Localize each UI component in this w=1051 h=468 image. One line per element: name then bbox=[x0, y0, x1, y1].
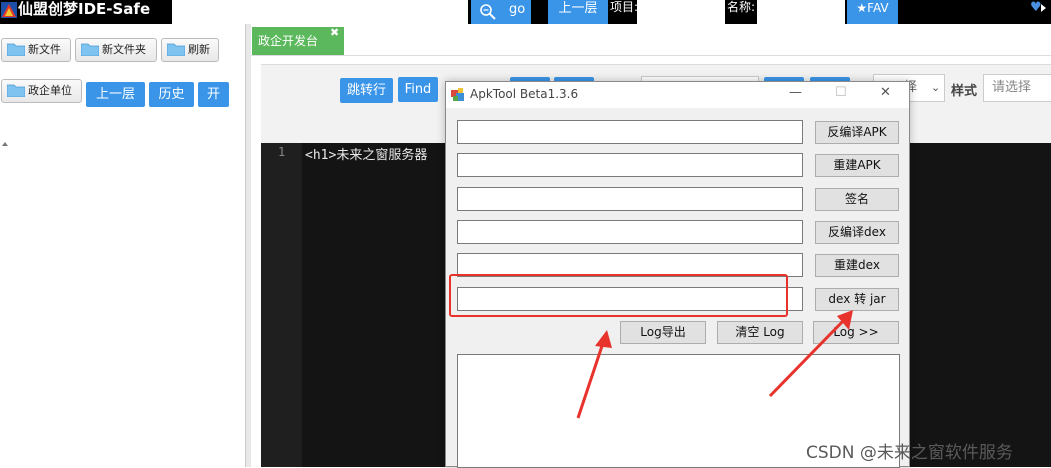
search-zoom-icon bbox=[480, 4, 496, 20]
go-button[interactable]: go bbox=[471, 0, 531, 24]
up-level-button-top[interactable]: 上一层 bbox=[548, 0, 608, 24]
new-folder-button[interactable]: 新文件夹 bbox=[75, 38, 157, 62]
chevron-down-icon: ⌄ bbox=[931, 81, 941, 94]
folder-icon bbox=[7, 84, 25, 97]
dialog-titlebar[interactable]: ApkTool Beta1.3.6 — ☐ ✕ bbox=[446, 82, 909, 108]
path-input[interactable] bbox=[172, 0, 468, 24]
app-logo-icon bbox=[1, 2, 17, 18]
sign-button[interactable]: 签名 bbox=[815, 188, 899, 211]
clear-log-button[interactable]: 清空 Log bbox=[717, 321, 803, 344]
refresh-button[interactable]: 刷新 bbox=[161, 38, 219, 62]
refresh-label: 刷新 bbox=[188, 43, 210, 56]
gov-unit-button[interactable]: 政企单位 bbox=[1, 79, 82, 103]
find-button[interactable]: Find bbox=[398, 77, 438, 102]
go-label: go bbox=[509, 2, 526, 17]
dex-path-field[interactable] bbox=[457, 220, 803, 244]
file-tree-panel: 新文件 新文件夹 刷新 政企单位 上一层 历史 开 bbox=[0, 24, 245, 467]
name-label: 名称: bbox=[727, 0, 756, 14]
code-line[interactable]: <h1>未来之窗服务器 bbox=[305, 144, 427, 163]
style-label: 样式 bbox=[951, 84, 978, 99]
panel-splitter[interactable] bbox=[245, 24, 251, 467]
rebuild-apk-button[interactable]: 重建APK bbox=[815, 154, 899, 177]
new-file-button[interactable]: 新文件 bbox=[1, 38, 71, 62]
dialog-title: ApkTool Beta1.3.6 bbox=[470, 87, 579, 101]
history-button[interactable]: 历史 bbox=[149, 82, 194, 107]
app-title: 仙盟创梦IDE-Safe bbox=[18, 0, 151, 18]
open-button[interactable]: 开 bbox=[198, 82, 229, 107]
project-label: 项目: bbox=[610, 0, 637, 14]
decompile-dex-button[interactable]: 反编译dex bbox=[815, 221, 899, 244]
apktool-app-icon bbox=[451, 88, 464, 101]
gov-unit-label: 政企单位 bbox=[28, 84, 72, 97]
code-tag: <h1> bbox=[305, 148, 337, 163]
apk-path-field[interactable] bbox=[457, 120, 803, 144]
project-input[interactable] bbox=[637, 0, 725, 24]
rebuild-dex-button[interactable]: 重建dex bbox=[815, 254, 899, 277]
folder-icon bbox=[81, 43, 99, 56]
fav-button[interactable]: ★FAV bbox=[847, 0, 898, 24]
rebuild-apk-field[interactable] bbox=[457, 153, 803, 177]
maximize-icon[interactable]: ☐ bbox=[835, 85, 847, 100]
log-export-button[interactable]: Log导出 bbox=[620, 321, 706, 344]
highlight-box bbox=[449, 274, 788, 317]
dex-to-jar-button[interactable]: dex 转 jar bbox=[815, 288, 899, 311]
tab-strip bbox=[251, 24, 1051, 56]
folder-icon bbox=[7, 43, 25, 56]
style-select[interactable]: 请选择 bbox=[983, 74, 1051, 102]
up-level-button[interactable]: 上一层 bbox=[86, 82, 145, 107]
name-input[interactable] bbox=[757, 0, 845, 24]
jump-line-button[interactable]: 跳转行 bbox=[340, 78, 393, 103]
heart-icon[interactable]: ♥ bbox=[1030, 0, 1042, 15]
log-expand-button[interactable]: Log >> bbox=[813, 321, 899, 344]
minimize-icon[interactable]: — bbox=[789, 85, 802, 100]
new-folder-label: 新文件夹 bbox=[102, 43, 146, 56]
close-icon[interactable]: ✕ bbox=[880, 85, 891, 100]
sign-field[interactable] bbox=[457, 187, 803, 211]
line-gutter bbox=[261, 143, 302, 467]
collapse-arrow-icon[interactable] bbox=[2, 142, 8, 146]
menu-arrow-icon[interactable] bbox=[1041, 4, 1046, 12]
watermark: CSDN @未来之窗软件服务 bbox=[806, 443, 1013, 463]
tab-close-icon[interactable]: ✖ bbox=[330, 26, 339, 39]
folder-icon bbox=[167, 43, 185, 56]
decompile-apk-button[interactable]: 反编译APK bbox=[815, 121, 899, 144]
line-number: 1 bbox=[278, 145, 286, 159]
new-file-label: 新文件 bbox=[28, 43, 61, 56]
code-text: 未来之窗服务器 bbox=[336, 148, 428, 163]
